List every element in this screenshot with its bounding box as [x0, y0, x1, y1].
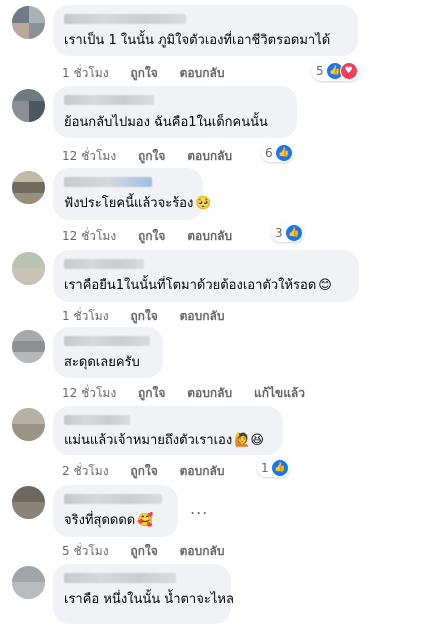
reaction-summary[interactable]: 1 👍	[257, 459, 290, 477]
like-button[interactable]: ถูกใจ	[130, 464, 157, 478]
comment-text: เราเป็น 1 ในนั้น ภูมิใจตัวเองที่เอาชีวิต…	[64, 33, 331, 48]
avatar[interactable]	[12, 171, 45, 204]
comment-bubble: ฟังประโยคนี้แล้วจะร้อง 🥺	[53, 168, 212, 220]
like-icon: 👍	[275, 145, 292, 161]
like-icon: 👍	[271, 460, 288, 476]
comment-text: เราคือยืน1ในนั้นที่โตมาด้วยต้องเอาตัวให้…	[64, 278, 332, 293]
like-button[interactable]: ถูกใจ	[138, 229, 165, 243]
comment-actions: 1 ชั่วโมง ถูกใจ ตอบกลับ	[62, 307, 242, 326]
like-button[interactable]: ถูกใจ	[138, 149, 165, 163]
comment-text: ย้อนกลับไปมอง ฉันคือ1ในเด็กคนนั้น	[64, 115, 268, 130]
avatar[interactable]	[12, 408, 45, 441]
reply-button[interactable]: ตอบกลับ	[180, 66, 225, 80]
comment-bubble: เราเป็น 1 ในนั้น ภูมิใจตัวเองที่เอาชีวิต…	[53, 5, 358, 56]
comment-bubble: ย้อนกลับไปมอง ฉันคือ1ในเด็กคนนั้น	[53, 86, 297, 138]
edited-label[interactable]: แก้ไขแล้ว	[254, 386, 305, 400]
comment-text: สะดุดเลยครับ	[64, 355, 140, 370]
comment-actions: 2 ชั่วโมง ถูกใจ ตอบกลับ	[62, 462, 242, 481]
author-name-redacted[interactable]	[64, 14, 186, 24]
comment-actions: 12 ชั่วโมง ถูกใจ ตอบกลับ	[62, 227, 250, 246]
comment-actions: 5 ชั่วโมง ถูกใจ ตอบกลับ	[62, 542, 242, 561]
avatar[interactable]	[12, 566, 45, 599]
avatar[interactable]	[12, 330, 45, 363]
like-button[interactable]: ถูกใจ	[138, 386, 165, 400]
emoji: 🥰	[137, 513, 154, 528]
reaction-summary[interactable]: 5 👍 ♥	[312, 61, 360, 81]
reaction-count: 6	[265, 146, 273, 160]
avatar[interactable]	[12, 6, 45, 39]
emoji: 🥺	[195, 196, 212, 211]
avatar[interactable]	[12, 486, 45, 519]
reply-button[interactable]: ตอบกลับ	[187, 229, 232, 243]
comment-time[interactable]: 12 ชั่วโมง	[62, 149, 116, 163]
reaction-count: 1	[261, 461, 269, 475]
reaction-summary[interactable]: 6 👍	[261, 144, 294, 162]
author-name-redacted[interactable]	[64, 573, 176, 583]
comment-actions: 12 ชั่วโมง ถูกใจ ตอบกลับ แก้ไขแล้ว	[62, 384, 323, 403]
comment-text: แม่นแล้วเจ้าหมายถึงตัวเราเอง 🙋😆	[64, 433, 264, 448]
like-button[interactable]: ถูกใจ	[130, 544, 157, 558]
author-name-redacted[interactable]	[64, 336, 150, 346]
reaction-summary[interactable]: 3 👍	[271, 224, 304, 242]
comment-bubble: เราคือยืน1ในนั้นที่โตมาด้วยต้องเอาตัวให้…	[53, 250, 359, 302]
author-name-redacted[interactable]	[64, 415, 130, 425]
comment-text: ฟังประโยคนี้แล้วจะร้อง 🥺	[64, 196, 212, 211]
reply-button[interactable]: ตอบกลับ	[180, 309, 225, 323]
love-icon: ♥	[339, 62, 358, 80]
author-name-redacted[interactable]	[64, 177, 152, 187]
reply-button[interactable]: ตอบกลับ	[187, 149, 232, 163]
author-name-redacted[interactable]	[64, 95, 154, 105]
comment-time[interactable]: 1 ชั่วโมง	[62, 309, 109, 323]
avatar[interactable]	[12, 252, 45, 285]
comment-time[interactable]: 12 ชั่วโมง	[62, 386, 116, 400]
author-name-redacted[interactable]	[64, 259, 144, 269]
comment-bubble: เราคือ หนึ่งในนั้น น้ำตาจะไหล	[53, 564, 234, 624]
comment-time[interactable]: 12 ชั่วโมง	[62, 229, 116, 243]
author-name-redacted[interactable]	[64, 494, 162, 504]
comment-actions: 12 ชั่วโมง ถูกใจ ตอบกลับ	[62, 147, 250, 166]
emoji: 😊	[318, 278, 332, 293]
comment-time[interactable]: 5 ชั่วโมง	[62, 544, 109, 558]
like-icon: 👍	[285, 225, 302, 241]
reaction-count: 5	[316, 64, 324, 78]
like-button[interactable]: ถูกใจ	[130, 66, 157, 80]
comment-text: จริงที่สุดดดด 🥰	[64, 513, 154, 528]
comment-bubble: แม่นแล้วเจ้าหมายถึงตัวเราเอง 🙋😆	[53, 406, 283, 455]
reply-button[interactable]: ตอบกลับ	[180, 544, 225, 558]
comment-time[interactable]: 2 ชั่วโมง	[62, 464, 109, 478]
comment-time[interactable]: 1 ชั่วโมง	[62, 66, 109, 80]
more-options-icon[interactable]: ...	[190, 499, 208, 518]
comment-actions: 1 ชั่วโมง ถูกใจ ตอบกลับ	[62, 64, 242, 83]
emoji: 🙋😆	[234, 433, 264, 448]
reply-button[interactable]: ตอบกลับ	[187, 386, 232, 400]
avatar[interactable]	[12, 89, 45, 122]
reaction-count: 3	[275, 226, 283, 240]
comment-bubble: สะดุดเลยครับ	[53, 327, 163, 378]
reply-button[interactable]: ตอบกลับ	[180, 464, 225, 478]
comment-bubble: จริงที่สุดดดด 🥰	[53, 485, 178, 537]
comment-text: เราคือ หนึ่งในนั้น น้ำตาจะไหล	[64, 592, 234, 607]
like-button[interactable]: ถูกใจ	[130, 309, 157, 323]
